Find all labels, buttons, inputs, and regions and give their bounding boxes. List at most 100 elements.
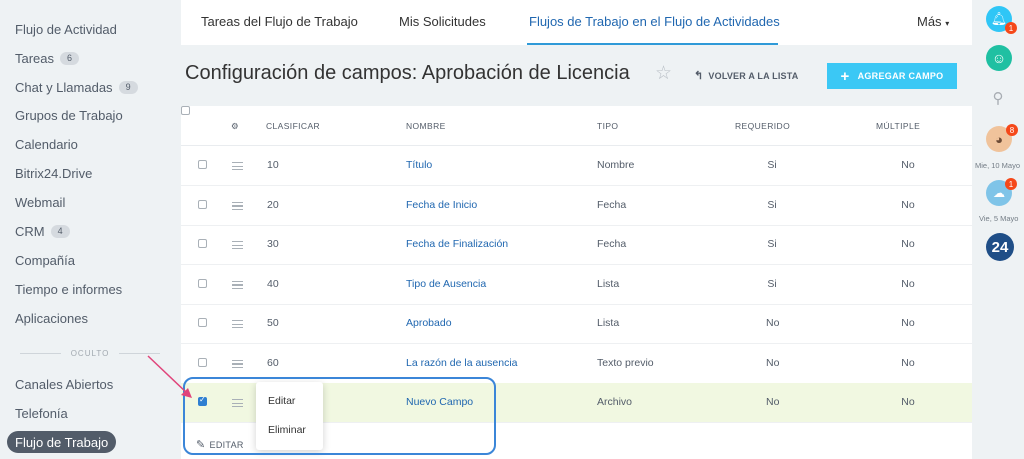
sidebar-item-label: Webmail	[15, 194, 66, 210]
add-field-label: AGREGAR CAMPO	[857, 71, 944, 81]
column-header-type[interactable]: TIPO	[597, 121, 618, 131]
drag-handle-icon[interactable]	[232, 320, 243, 328]
bitrix24-logo-icon[interactable]: 24	[986, 233, 1014, 261]
cell-type: Nombre	[597, 159, 635, 171]
select-all-checkbox[interactable]	[181, 106, 190, 115]
sidebar-item-tiempo[interactable]: Tiempo e informes	[15, 279, 122, 299]
row-checkbox[interactable]	[198, 199, 207, 209]
tab-tareas-flujo[interactable]: Tareas del Flujo de Trabajo	[201, 14, 358, 29]
notification-badge: 1	[1005, 22, 1017, 34]
cell-name-link[interactable]: La razón de la ausencia	[406, 357, 518, 369]
cell-multiple: No	[901, 396, 915, 408]
column-header-sort[interactable]: CLASIFICAR	[266, 121, 320, 131]
drag-handle-icon[interactable]	[232, 359, 243, 368]
sidebar-item-aplicaciones[interactable]: Aplicaciones	[15, 308, 88, 328]
cell-type: Fecha	[597, 238, 627, 250]
sidebar-item-flujo-actividad[interactable]: Flujo de Actividad	[15, 19, 117, 39]
cell-type: Lista	[597, 317, 620, 329]
column-header-name[interactable]: NOMBRE	[406, 121, 446, 131]
column-header-multiple[interactable]: MÚLTIPLE	[876, 121, 920, 131]
sidebar-item-chat[interactable]: Chat y Llamadas 9	[15, 77, 138, 97]
cell-name-link[interactable]: Tipo de Ausencia	[406, 278, 486, 290]
search-icon[interactable]: ⚲	[988, 88, 1008, 108]
cell-type: Fecha	[597, 198, 627, 211]
sidebar-item-label: Canales Abiertos	[15, 376, 114, 392]
sidebar-item-label: Bitrix24.Drive	[15, 165, 93, 181]
annotation-arrow-icon	[147, 355, 192, 398]
sidebar-item-tareas[interactable]: Tareas 6	[15, 48, 80, 68]
chat-icon[interactable]: ☺	[986, 45, 1012, 71]
sidebar-item-label: Calendario	[15, 136, 78, 152]
cell-sort: 30	[267, 238, 279, 250]
sidebar-item-label: Compañía	[15, 252, 75, 268]
cell-sort: 50	[267, 317, 279, 329]
sidebar-item-crm[interactable]: CRM 4	[15, 221, 70, 241]
tab-mis-solicitudes[interactable]: Mis Solicitudes	[399, 14, 486, 29]
drag-handle-icon[interactable]	[232, 241, 243, 249]
drag-handle-icon[interactable]	[232, 201, 243, 210]
cell-name-link[interactable]: Fecha de Inicio	[406, 199, 477, 211]
cell-type: Archivo	[597, 396, 633, 408]
sidebar-item-label: Aplicaciones	[15, 310, 88, 326]
avatar-badge: 8	[1006, 124, 1018, 136]
sidebar-item-calendario[interactable]: Calendario	[15, 134, 78, 154]
count-badge: 6	[60, 51, 80, 65]
right-panel: 🔔︎ 1 ☺ ⚲ ◕ 8 Mie, 10 Mayo ☁ 1 Vie, 5 May…	[972, 0, 1024, 459]
back-arrow-icon: ↰	[694, 70, 704, 82]
table-row[interactable]: 10 Título Nombre Si No	[181, 146, 972, 186]
gear-icon[interactable]: ⚙	[231, 121, 239, 132]
cell-required: No	[766, 356, 780, 369]
add-field-button[interactable]: + AGREGAR CAMPO	[827, 63, 957, 89]
cell-name-link[interactable]: Fecha de Finalización	[406, 238, 508, 250]
sidebar-item-compania[interactable]: Compañía	[15, 250, 75, 270]
cell-multiple: No	[901, 198, 915, 211]
cell-type: Lista	[597, 277, 620, 290]
tab-mas[interactable]: Más ▾	[917, 14, 949, 29]
star-icon[interactable]: ☆	[655, 62, 672, 85]
cell-sort: 10	[267, 159, 279, 171]
table-row[interactable]: 40 Tipo de Ausencia Lista Si No	[181, 265, 972, 305]
row-checkbox[interactable]	[198, 239, 207, 248]
plus-icon: +	[840, 67, 850, 85]
cell-sort: 40	[267, 277, 279, 290]
drag-handle-icon[interactable]	[232, 162, 243, 170]
divider-line	[20, 352, 61, 354]
sidebar-item-webmail[interactable]: Webmail	[15, 192, 65, 212]
annotation-highlight-box	[183, 377, 496, 455]
tab-mas-label: Más	[917, 14, 942, 29]
cell-required: Si	[767, 198, 777, 211]
column-header-required[interactable]: REQUERIDO	[735, 121, 790, 131]
cell-name-link[interactable]: Aprobado	[406, 317, 452, 329]
row-checkbox[interactable]	[198, 278, 207, 288]
back-link-label: VOLVER A LA LISTA	[708, 70, 799, 81]
table-row[interactable]: 30 Fecha de Finalización Fecha Si No	[181, 225, 972, 265]
sidebar-item-drive[interactable]: Bitrix24.Drive	[15, 163, 92, 183]
active-tab-indicator	[527, 43, 778, 45]
cell-multiple: No	[901, 317, 915, 329]
cell-multiple: No	[901, 159, 915, 171]
chevron-down-icon: ▾	[945, 19, 950, 28]
cell-sort: 60	[267, 356, 279, 369]
cell-required: Si	[767, 277, 777, 290]
table-row[interactable]: 20 Fecha de Inicio Fecha Si No	[181, 186, 972, 226]
count-badge: 9	[118, 80, 138, 94]
sidebar-item-label: Chat y Llamadas	[15, 79, 113, 95]
sidebar-item-label: Tareas	[15, 50, 55, 66]
sidebar-item-label: Flujo de Trabajo	[15, 434, 109, 450]
cell-multiple: No	[901, 277, 915, 290]
sidebar-item-canales[interactable]: Canales Abiertos	[15, 374, 113, 394]
tab-flujos-actividades[interactable]: Flujos de Trabajo en el Flujo de Activid…	[529, 14, 780, 29]
count-badge: 4	[50, 224, 70, 238]
row-checkbox[interactable]	[198, 160, 207, 169]
sidebar-item-label: CRM	[15, 223, 45, 239]
row-checkbox[interactable]	[198, 318, 207, 327]
hidden-section-label: OCULTO	[70, 348, 110, 358]
sidebar-item-telefonia[interactable]: Telefonía	[15, 403, 68, 423]
drag-handle-icon[interactable]	[232, 280, 243, 289]
cell-name-link[interactable]: Título	[406, 159, 432, 171]
back-to-list-link[interactable]: ↰ VOLVER A LA LISTA	[694, 69, 799, 82]
table-row[interactable]: 50 Aprobado Lista No No	[181, 304, 972, 344]
cell-required: Si	[767, 238, 777, 250]
sidebar-item-grupos[interactable]: Grupos de Trabajo	[15, 105, 123, 125]
sidebar-item-flujo-trabajo[interactable]: Flujo de Trabajo	[7, 431, 117, 453]
